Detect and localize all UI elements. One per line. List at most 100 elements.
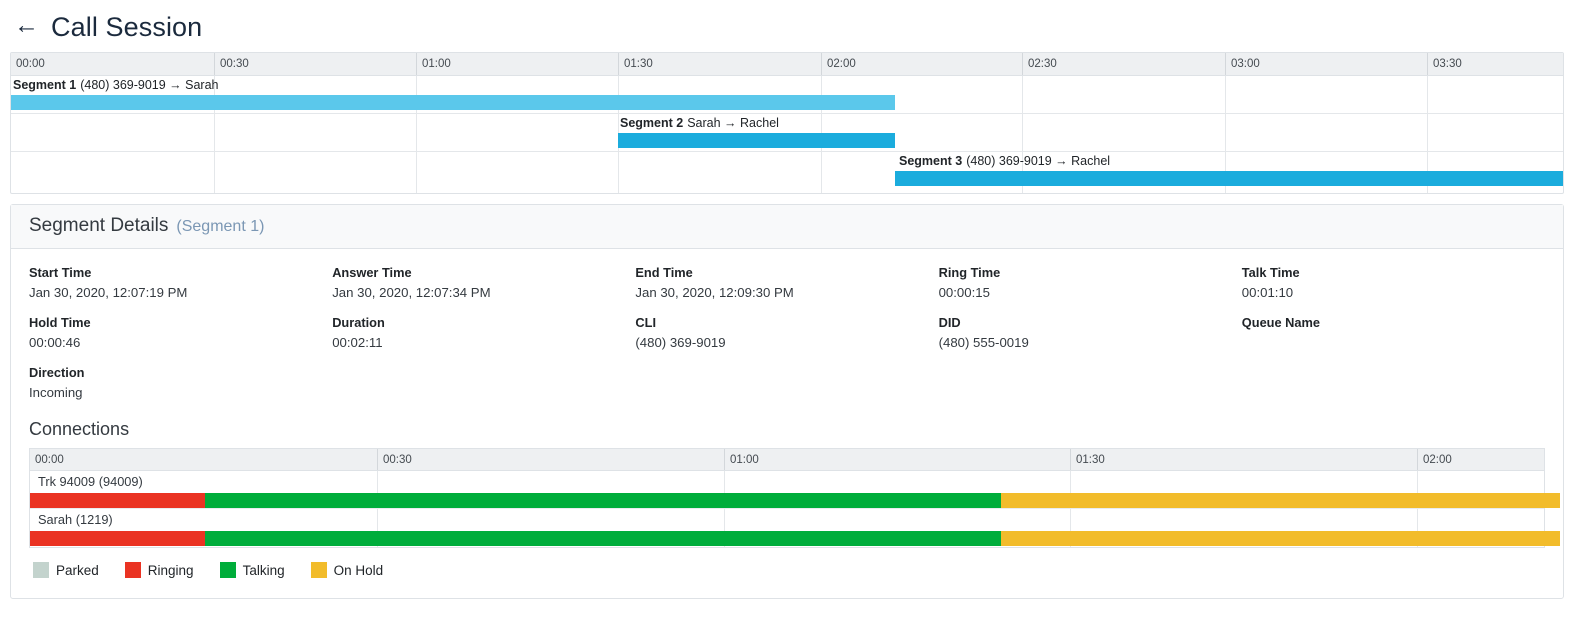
- segment-label: Segment 1 (480) 369-9019 → Sarah: [13, 78, 219, 93]
- ruler-tick: 00:00: [11, 53, 45, 75]
- legend-item: Ringing: [125, 562, 194, 578]
- legend-label: Parked: [56, 563, 99, 578]
- detail-field-label: Direction: [29, 363, 332, 383]
- connection-state-bar[interactable]: [205, 493, 1001, 508]
- legend-swatch: [33, 562, 49, 578]
- ruler-tick: 02:30: [1022, 53, 1057, 75]
- connection-state-bar[interactable]: [1001, 531, 1560, 546]
- ruler-tick: 02:00: [821, 53, 856, 75]
- connection-state-bar[interactable]: [30, 493, 205, 508]
- ruler-tick: 03:00: [1225, 53, 1260, 75]
- connections-rows: Trk 94009 (94009) Sarah (1219): [30, 471, 1544, 547]
- detail-field-value: (480) 369-9019: [635, 333, 938, 353]
- detail-field: End TimeJan 30, 2020, 12:09:30 PM: [635, 263, 938, 313]
- detail-field: Start TimeJan 30, 2020, 12:07:19 PM: [29, 263, 332, 313]
- connection-row[interactable]: Sarah (1219): [30, 509, 1544, 547]
- detail-field: Answer TimeJan 30, 2020, 12:07:34 PM: [332, 263, 635, 313]
- detail-field: Ring Time00:00:15: [939, 263, 1242, 313]
- detail-field-label: Talk Time: [1242, 263, 1545, 283]
- segment-details-subtitle: (Segment 1): [176, 218, 264, 236]
- detail-field-value: 00:02:11: [332, 333, 635, 353]
- legend-item: Parked: [33, 562, 99, 578]
- segment-details-header: Segment Details (Segment 1): [11, 205, 1563, 249]
- session-timeline: 00:00 00:30 01:00 01:30 02:00 02:30 03:00 03:30…: [10, 52, 1564, 194]
- detail-field-label: Start Time: [29, 263, 332, 283]
- segment-details-title: Segment Details: [29, 215, 168, 237]
- ruler-tick: 01:30: [618, 53, 653, 75]
- segment-description: Sarah → Rachel: [687, 116, 779, 130]
- detail-field: Duration00:02:11: [332, 313, 635, 363]
- legend-item: On Hold: [311, 562, 384, 578]
- connections-title: Connections: [29, 419, 1545, 440]
- connection-name: Sarah (1219): [38, 512, 113, 528]
- legend-label: Ringing: [148, 563, 194, 578]
- segment-row[interactable]: Segment 2 Sarah → Rachel: [11, 114, 1563, 152]
- connections-ruler: 00:00 00:30 01:00 01:30 02:00: [30, 449, 1544, 471]
- detail-field-value: 00:00:46: [29, 333, 332, 353]
- segment-description: (480) 369-9019 → Rachel: [966, 154, 1110, 168]
- connections-ruler-tick: 00:30: [377, 449, 412, 470]
- segment-details-card: Segment Details (Segment 1) Start TimeJa…: [10, 204, 1564, 599]
- detail-field-label: CLI: [635, 313, 938, 333]
- legend-swatch: [311, 562, 327, 578]
- connections-ruler-tick: 01:00: [724, 449, 759, 470]
- connections-ruler-tick: 01:30: [1070, 449, 1105, 470]
- ruler-tick: 00:30: [214, 53, 249, 75]
- detail-field-label: Queue Name: [1242, 313, 1545, 333]
- segment-description: (480) 369-9019 → Sarah: [80, 78, 218, 92]
- segment-bar[interactable]: [618, 133, 895, 148]
- legend-item: Talking: [220, 562, 285, 578]
- legend-label: On Hold: [334, 563, 384, 578]
- ruler-tick: 03:30: [1427, 53, 1462, 75]
- segment-details-grid: Start TimeJan 30, 2020, 12:07:19 PMAnswe…: [29, 263, 1545, 413]
- detail-field: Talk Time00:01:10: [1242, 263, 1545, 313]
- segment-label: Segment 3 (480) 369-9019 → Rachel: [899, 154, 1110, 169]
- detail-field: DirectionIncoming: [29, 363, 332, 413]
- detail-field-label: DID: [939, 313, 1242, 333]
- connection-state-bar[interactable]: [205, 531, 1001, 546]
- detail-field-label: Duration: [332, 313, 635, 333]
- connection-name: Trk 94009 (94009): [38, 474, 143, 490]
- connections-timeline: 00:00 00:30 01:00 01:30 02:00 Trk 94009 (940…: [29, 448, 1545, 548]
- segment-bar[interactable]: [11, 95, 895, 110]
- legend-swatch: [125, 562, 141, 578]
- legend-swatch: [220, 562, 236, 578]
- connection-row[interactable]: Trk 94009 (94009): [30, 471, 1544, 509]
- connections-ruler-tick: 02:00: [1417, 449, 1452, 470]
- back-arrow-icon[interactable]: ←: [14, 13, 39, 42]
- connection-state-bar[interactable]: [30, 531, 205, 546]
- detail-field-value: Jan 30, 2020, 12:07:19 PM: [29, 283, 332, 303]
- segment-row[interactable]: Segment 1 (480) 369-9019 → Sarah: [11, 76, 1563, 114]
- detail-field-value: Incoming: [29, 383, 332, 403]
- detail-field-value: Jan 30, 2020, 12:09:30 PM: [635, 283, 938, 303]
- segment-label: Segment 2 Sarah → Rachel: [620, 116, 779, 131]
- detail-field-label: Hold Time: [29, 313, 332, 333]
- detail-field: Queue Name: [1242, 313, 1545, 363]
- segment-name: Segment 1: [13, 78, 76, 92]
- segment-name: Segment 2: [620, 116, 683, 130]
- detail-field: DID(480) 555-0019: [939, 313, 1242, 363]
- detail-field: Hold Time00:00:46: [29, 313, 332, 363]
- ruler-tick: 01:00: [416, 53, 451, 75]
- detail-field-label: Ring Time: [939, 263, 1242, 283]
- segment-bar[interactable]: [895, 171, 1563, 186]
- detail-field-value: 00:01:10: [1242, 283, 1545, 303]
- detail-field-label: End Time: [635, 263, 938, 283]
- detail-field-label: Answer Time: [332, 263, 635, 283]
- connections-legend: Parked Ringing Talking On Hold: [29, 548, 1545, 590]
- detail-field-value: [1242, 333, 1545, 353]
- session-timeline-ruler: 00:00 00:30 01:00 01:30 02:00 02:30 03:00 03:30: [11, 53, 1563, 76]
- detail-field-value: Jan 30, 2020, 12:07:34 PM: [332, 283, 635, 303]
- segment-row[interactable]: Segment 3 (480) 369-9019 → Rachel: [11, 152, 1563, 190]
- connection-state-bar[interactable]: [1001, 493, 1560, 508]
- detail-field-value: (480) 555-0019: [939, 333, 1242, 353]
- detail-field: CLI(480) 369-9019: [635, 313, 938, 363]
- page-title: Call Session: [51, 12, 202, 43]
- connections-ruler-tick: 00:00: [30, 449, 64, 470]
- page-header: ← Call Session: [0, 0, 1574, 52]
- detail-field-value: 00:00:15: [939, 283, 1242, 303]
- session-segment-rows: Segment 1 (480) 369-9019 → Sarah Segment 2…: [11, 76, 1563, 190]
- segment-details-body: Start TimeJan 30, 2020, 12:07:19 PMAnswe…: [11, 249, 1563, 598]
- segment-name: Segment 3: [899, 154, 962, 168]
- legend-label: Talking: [243, 563, 285, 578]
